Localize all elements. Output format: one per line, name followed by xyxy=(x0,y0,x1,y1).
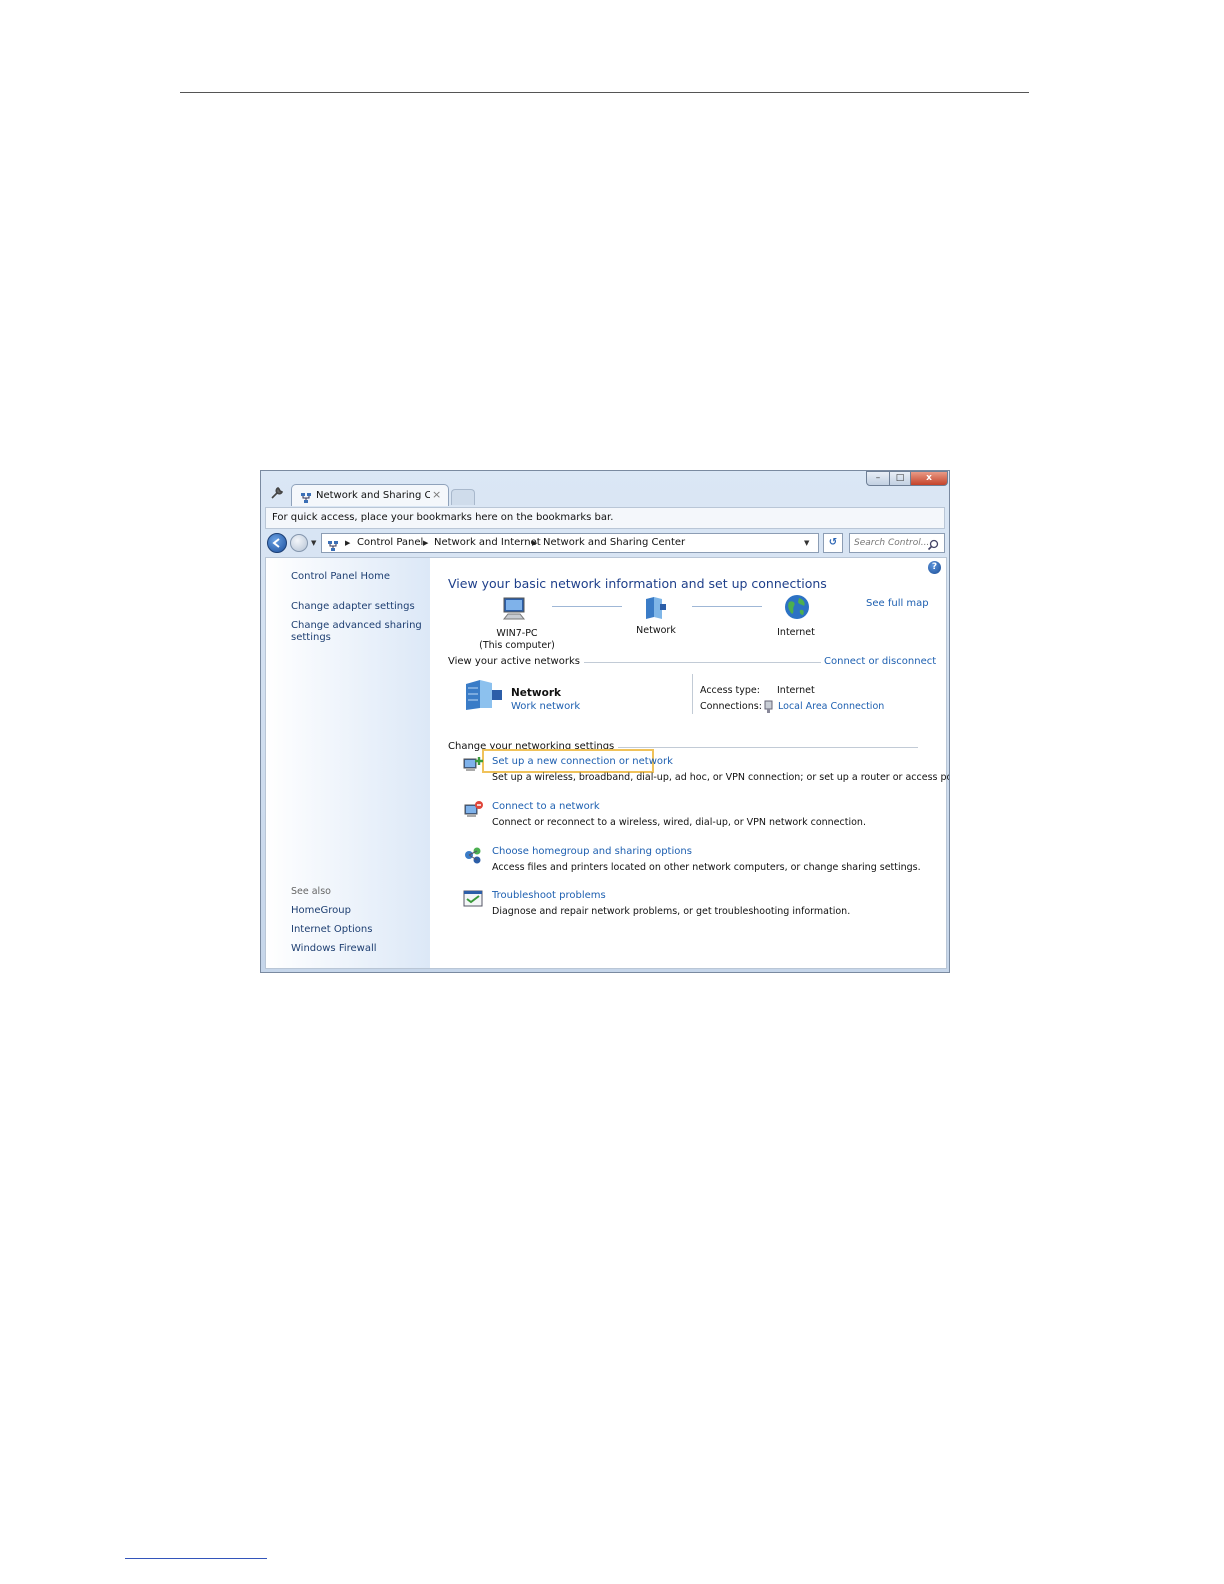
back-button[interactable] xyxy=(267,533,287,553)
computer-icon xyxy=(500,596,528,622)
recent-pages-chevron-icon[interactable]: ▼ xyxy=(311,539,316,547)
forward-button[interactable] xyxy=(290,534,308,552)
map-internet-label: Internet xyxy=(777,627,815,638)
new-tab-button[interactable] xyxy=(451,489,475,505)
active-networks-heading: View your active networks xyxy=(448,656,584,667)
access-type-value: Internet xyxy=(777,685,815,696)
address-bar[interactable]: ▶ Control Panel ▶ Network and Internet ▶… xyxy=(321,533,819,553)
setup-new-connection-desc: Set up a wireless, broadband, dial-up, a… xyxy=(492,772,950,783)
connect-to-network-desc: Connect or reconnect to a wireless, wire… xyxy=(492,817,866,828)
breadcrumb-arrow-icon[interactable]: ▶ xyxy=(345,539,350,547)
window-controls: – □ x xyxy=(866,471,948,487)
homegroup-icon xyxy=(462,845,484,865)
network-details-divider xyxy=(692,674,693,714)
breadcrumb-network-and-internet[interactable]: Network and Internet xyxy=(434,537,541,548)
help-icon[interactable]: ? xyxy=(928,561,941,574)
search-icon[interactable] xyxy=(927,536,939,551)
control-panel-network-icon xyxy=(327,537,339,551)
tab-network-sharing-center[interactable]: Network and Sharing Cent × xyxy=(291,484,449,506)
work-network-link[interactable]: Work network xyxy=(511,701,580,712)
page-title: View your basic network information and … xyxy=(448,576,827,591)
wrench-icon[interactable] xyxy=(270,486,284,500)
connect-to-network-link[interactable]: Connect to a network xyxy=(492,801,600,812)
network-icon xyxy=(640,596,668,620)
map-link-line xyxy=(692,606,762,607)
page-header-rule xyxy=(180,92,1029,93)
sidebar-change-advanced-sharing-cont[interactable]: settings xyxy=(291,632,331,644)
see-full-map-link[interactable]: See full map xyxy=(866,598,929,609)
sidebar-homegroup[interactable]: HomeGroup xyxy=(291,905,351,917)
minimize-button[interactable]: – xyxy=(866,471,890,486)
troubleshoot-problems-desc: Diagnose and repair network problems, or… xyxy=(492,906,851,917)
main-panel: ? View your basic network information an… xyxy=(430,558,949,968)
bookmarks-bar-hint: For quick access, place your bookmarks h… xyxy=(272,512,614,523)
network-icon xyxy=(300,489,312,503)
bookmarks-bar: For quick access, place your bookmarks h… xyxy=(265,507,945,529)
sidebar-control-panel-home[interactable]: Control Panel Home xyxy=(291,571,390,583)
breadcrumb-arrow-icon[interactable]: ▶ xyxy=(532,539,537,547)
ethernet-icon xyxy=(764,699,773,713)
map-network-label: Network xyxy=(636,625,676,636)
map-computer-name: WIN7-PC xyxy=(496,628,538,639)
tab-title: Network and Sharing Cent xyxy=(316,490,430,501)
map-link-line xyxy=(552,606,622,607)
title-bar: Network and Sharing Cent × – □ x xyxy=(261,471,949,507)
refresh-button[interactable]: ↺ xyxy=(823,533,843,553)
breadcrumb-network-and-sharing-center[interactable]: Network and Sharing Center xyxy=(543,537,685,548)
sidebar-windows-firewall[interactable]: Windows Firewall xyxy=(291,943,377,955)
connections-label: Connections: xyxy=(700,701,762,712)
setup-new-connection-link[interactable]: Set up a new connection or network xyxy=(492,756,673,767)
active-network-name: Network xyxy=(511,687,562,699)
maximize-button[interactable]: □ xyxy=(889,471,911,486)
page-footer-rule xyxy=(125,1558,267,1559)
close-window-button[interactable]: x xyxy=(910,471,948,486)
navigation-bar: ▼ ▶ Control Panel ▶ Network and Internet… xyxy=(265,531,945,555)
globe-icon xyxy=(784,594,810,620)
content-pane: Control Panel Home Change adapter settin… xyxy=(265,557,949,969)
local-area-connection-link[interactable]: Local Area Connection xyxy=(778,701,884,712)
troubleshoot-icon xyxy=(462,889,484,909)
sidebar-change-adapter-settings[interactable]: Change adapter settings xyxy=(291,601,415,613)
see-also-heading: See also xyxy=(291,886,331,897)
connect-network-icon xyxy=(462,800,484,820)
new-connection-icon xyxy=(462,755,484,775)
sidebar-internet-options[interactable]: Internet Options xyxy=(291,924,372,936)
close-tab-icon[interactable]: × xyxy=(432,488,441,501)
breadcrumb-arrow-icon[interactable]: ▶ xyxy=(423,539,428,547)
access-type-label: Access type: xyxy=(700,685,760,696)
breadcrumb-control-panel[interactable]: Control Panel xyxy=(357,537,423,548)
sidebar-change-advanced-sharing[interactable]: Change advanced sharing xyxy=(291,620,422,632)
sidebar: Control Panel Home Change adapter settin… xyxy=(266,558,430,968)
address-dropdown-icon[interactable]: ▼ xyxy=(804,539,809,547)
browser-window: Network and Sharing Cent × – □ x For qui… xyxy=(260,470,950,973)
homegroup-sharing-desc: Access files and printers located on oth… xyxy=(492,862,921,873)
map-computer-sub: (This computer) xyxy=(479,640,555,651)
connect-or-disconnect-link[interactable]: Connect or disconnect xyxy=(821,656,937,667)
homegroup-sharing-link[interactable]: Choose homegroup and sharing options xyxy=(492,846,692,857)
troubleshoot-problems-link[interactable]: Troubleshoot problems xyxy=(492,890,606,901)
work-network-icon xyxy=(462,678,504,712)
